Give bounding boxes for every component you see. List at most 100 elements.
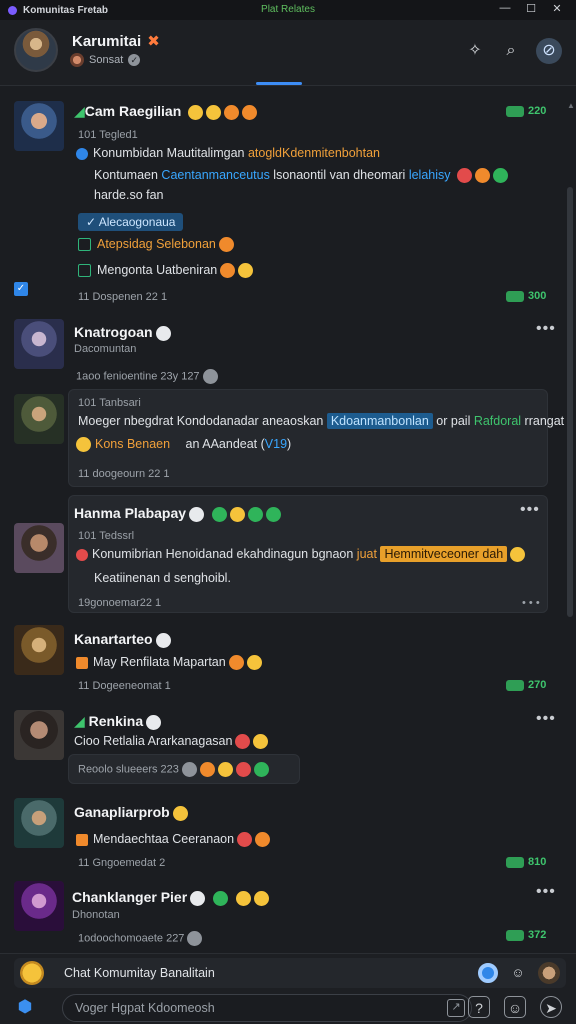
emoji-icon: [220, 263, 236, 279]
emoji-icon: [217, 762, 233, 777]
author-name[interactable]: Knatrogoan: [74, 324, 171, 341]
reaction-icon: [506, 105, 524, 117]
reaction-icon: [506, 929, 524, 941]
message-line: Konumibrian Henoidanad ekahdinagun bgnao…: [76, 546, 526, 563]
message-post: Hanma Plabapay ••• 101 Tedssrl Konumibri…: [0, 493, 560, 615]
globe-icon: [76, 147, 88, 160]
reaction-icon: [506, 679, 524, 691]
gif-icon[interactable]: ?: [468, 996, 490, 1018]
avatar[interactable]: [14, 523, 64, 573]
emoji-icon: [172, 805, 188, 821]
emoji-icon: [155, 632, 171, 648]
more-options-icon[interactable]: •••: [536, 710, 556, 728]
compose-area: Chat Komumitay Banalitain ☺ ⬢ ↗ ? ☺ ➤: [0, 953, 576, 1024]
emoji-icon: [230, 506, 246, 522]
message-line: Keatiinenan d senghoibl.: [94, 571, 231, 585]
avatar[interactable]: [14, 101, 64, 151]
avatar[interactable]: [14, 881, 64, 931]
minimize-button[interactable]: —: [492, 2, 518, 15]
puzzle-icon[interactable]: ✧: [464, 40, 486, 62]
close-button[interactable]: ✕: [544, 2, 570, 15]
avatar[interactable]: [14, 710, 64, 760]
more-options-icon[interactable]: •••: [536, 320, 556, 338]
author-name[interactable]: Kanartarteo: [74, 631, 171, 648]
topic-chip[interactable]: ✓ Alecaogonaua: [78, 213, 184, 231]
more-options-icon[interactable]: •••: [520, 501, 540, 519]
scroll-up-icon[interactable]: ▲: [567, 101, 575, 110]
emoji-icon: [236, 890, 252, 906]
message-line: Moeger nbegdrat Kondodanadar aneaoskan K…: [78, 413, 565, 429]
emoji-icon: [253, 762, 269, 777]
suggestion-bar[interactable]: Chat Komumitay Banalitain ☺: [14, 958, 566, 988]
timestamp: 11 Dogeeneomat 1: [78, 680, 171, 692]
reaction-badge[interactable]: 220: [506, 105, 546, 117]
reaction-badge[interactable]: 372: [506, 929, 546, 941]
author-name[interactable]: Hanma Plabapay: [74, 505, 282, 522]
author-name[interactable]: ◢ Renkina: [74, 713, 162, 730]
avatar[interactable]: [14, 625, 64, 675]
emoji-icon: [238, 263, 254, 279]
emoji-icon: [224, 104, 240, 120]
emoji-picker-icon[interactable]: ☺: [504, 996, 526, 1018]
avatar[interactable]: [14, 319, 64, 369]
message-line: Kons Benaen an AAandeat (V19): [76, 437, 291, 453]
emoji-icon: [253, 734, 269, 750]
reaction-icon: [506, 856, 524, 868]
reaction-badge[interactable]: 270: [506, 679, 546, 691]
emoji-icon: [206, 104, 222, 120]
avatar[interactable]: [14, 798, 64, 848]
scrollbar[interactable]: [567, 187, 573, 617]
group-avatar[interactable]: [14, 28, 58, 72]
reaction-badge[interactable]: 300: [506, 290, 546, 302]
message-line: Cioo Retlalia Ararkanagasan: [74, 734, 269, 750]
group-subtitle: Sonsat ✓: [70, 53, 141, 67]
more-options-icon[interactable]: • • •: [522, 597, 540, 609]
emoji-icon: [188, 104, 204, 120]
author-name[interactable]: Chanklanger Pier: [72, 889, 270, 906]
message-post: Ganapliarprob Mendaechtaa Ceeranaon 11 G…: [0, 792, 560, 877]
message-post: ◢ Renkina ••• Cioo Retlalia Ararkanagasa…: [0, 702, 560, 792]
checklist-item[interactable]: Mengonta Uatbeniran: [78, 263, 254, 279]
record-icon[interactable]: [478, 963, 498, 983]
message-post: Kanartarteo May Renfilata Mapartan 11 Do…: [0, 617, 560, 702]
compass-icon[interactable]: ⊘: [536, 38, 562, 64]
timestamp: 1odoochomoaete 227: [78, 931, 203, 946]
avatar[interactable]: [14, 394, 64, 444]
author-name[interactable]: Ganapliarprob: [74, 804, 188, 821]
send-icon[interactable]: ➤: [540, 996, 562, 1018]
chat-header: Karumitai ✖ Sonsat ✓ ✧ ⌕ ⊘: [0, 20, 576, 86]
emoji-icon: [235, 734, 251, 750]
message-line: Konumbidan Mautitalimgan atogldKdenmiten…: [76, 146, 380, 160]
reaction-badge[interactable]: 810: [506, 856, 546, 868]
emoji-icon: [456, 168, 472, 184]
timestamp: 1aoo fenioentine 23y 127: [76, 369, 218, 384]
message-feed[interactable]: ▲ ◢Cam Raegilian 220 101 Tegled1 Konumbi…: [0, 87, 576, 953]
window-title: Plat Relates: [261, 4, 315, 15]
more-options-icon[interactable]: •••: [536, 883, 556, 901]
emoji-icon: [146, 714, 162, 730]
message-input-wrapper: ↗: [62, 994, 472, 1022]
message-input[interactable]: [75, 995, 435, 1021]
sticker-icon[interactable]: ☺: [508, 963, 528, 983]
maximize-button[interactable]: ☐: [518, 2, 544, 15]
emoji-icon: [235, 762, 251, 777]
author-name[interactable]: ◢Cam Raegilian: [74, 103, 258, 120]
group-name: Karumitai ✖: [72, 33, 160, 50]
emoji-icon: [218, 237, 234, 253]
checklist-item[interactable]: Atepsidag Selebonan: [78, 237, 234, 253]
emoji-icon: [187, 931, 203, 946]
search-icon[interactable]: ⌕: [500, 40, 522, 62]
select-checkbox[interactable]: ✓: [14, 282, 28, 296]
active-tab-indicator: [256, 82, 302, 85]
post-subtitle: Dhonotan: [72, 909, 120, 921]
message-post: Chanklanger Pier ••• Dhonotan 1odoochomo…: [0, 877, 560, 953]
message-line: Mendaechtaa Ceeranaon: [76, 832, 271, 848]
shield-icon[interactable]: ⬢: [14, 996, 36, 1018]
attach-icon[interactable]: ↗: [447, 999, 465, 1017]
reaction-icon: [506, 290, 524, 302]
message-post: Knatrogoan ••• Dacomuntan 1aoo fenioenti…: [0, 312, 560, 387]
message-post: 101 Tanbsari Moeger nbegdrat Kondodanada…: [0, 387, 564, 487]
task-icon: [78, 264, 91, 278]
post-subtitle: 101 Tanbsari: [78, 397, 141, 409]
user-avatar[interactable]: [538, 962, 560, 984]
